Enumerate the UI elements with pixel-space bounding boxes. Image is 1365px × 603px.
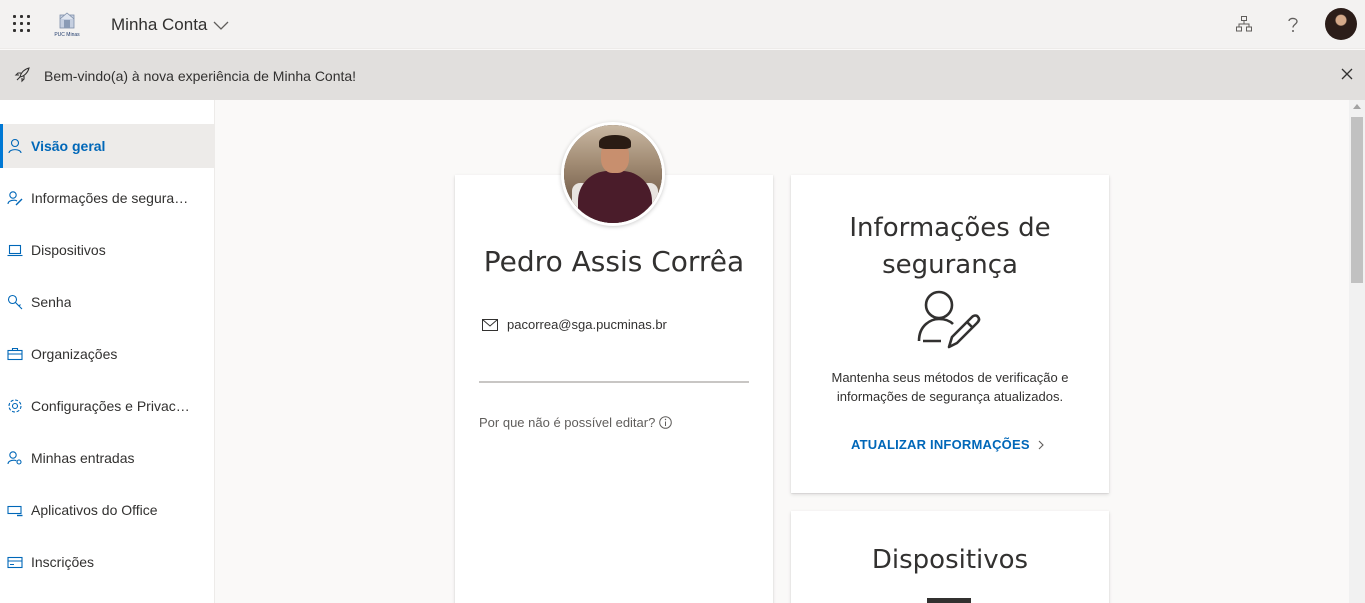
sidebar-item-security-info[interactable]: Informações de segurança <box>0 176 214 220</box>
person-key-icon <box>7 450 23 466</box>
sidebar-item-label: Organizações <box>31 346 118 362</box>
sidebar-item-label: Minhas entradas <box>31 450 135 466</box>
sidebar-item-organizations[interactable]: Organizações <box>0 332 214 376</box>
security-card-title: Informações de segurança <box>849 213 1051 280</box>
welcome-banner: Bem-vindo(a) à nova experiência de Minha… <box>0 50 1365 100</box>
gear-icon <box>7 398 23 414</box>
devices-card-title: Dispositivos <box>871 545 1029 575</box>
banner-message: Bem-vindo(a) à nova experiência de Minha… <box>44 68 357 84</box>
mail-icon <box>482 318 498 331</box>
avatar[interactable] <box>1325 8 1357 40</box>
scrollbar[interactable] <box>1349 100 1365 603</box>
chevron-down-icon <box>213 21 229 30</box>
sidebar-item-label: Senha <box>31 294 72 310</box>
app-title-switcher[interactable]: Minha Conta <box>111 15 229 35</box>
security-card-description: Mantenha seus métodos de verificação e i… <box>831 370 1069 404</box>
sidebar-item-password[interactable]: Senha <box>0 280 214 324</box>
org-chart-icon[interactable] <box>1235 15 1255 35</box>
sidebar-item-settings-privacy[interactable]: Configurações e Privacidade <box>0 384 214 428</box>
profile-divider <box>479 381 749 383</box>
svg-text:PUC Minas: PUC Minas <box>54 32 80 38</box>
sidebar-nav: Visão geral Informações de segurança Dis… <box>0 100 215 603</box>
waffle-icon[interactable] <box>13 15 31 33</box>
profile-email: pacorrea@sga.pucminas.br <box>507 317 667 332</box>
sidebar-item-label: Inscrições <box>31 554 95 570</box>
key-icon <box>7 294 23 310</box>
update-info-link[interactable]: ATUALIZAR INFORMAÇÕES <box>851 437 1044 452</box>
sidebar-item-devices[interactable]: Dispositivos <box>0 228 214 272</box>
profile-photo[interactable] <box>561 122 665 226</box>
sidebar-item-subscriptions[interactable]: Inscrições <box>0 540 214 584</box>
email-row: pacorrea@sga.pucminas.br <box>482 317 667 332</box>
rocket-icon <box>14 67 30 83</box>
chevron-right-icon <box>1038 440 1044 449</box>
main-content <box>215 100 1350 603</box>
sidebar-item-label: Informações de segurança <box>31 190 191 206</box>
sidebar-item-overview[interactable]: Visão geral <box>0 124 214 168</box>
profile-card <box>455 175 773 603</box>
why-cant-edit[interactable]: Por que não é possível editar? <box>479 415 673 430</box>
close-icon[interactable] <box>1340 67 1354 81</box>
why-cant-edit-label: Por que não é possível editar? <box>479 415 656 430</box>
card-icon <box>7 554 23 570</box>
sidebar-item-office-apps[interactable]: Aplicativos do Office <box>0 488 214 532</box>
help-icon[interactable] <box>1284 15 1304 35</box>
person-edit-icon <box>917 290 981 349</box>
apps-icon <box>7 502 23 518</box>
sidebar-item-my-signins[interactable]: Minhas entradas <box>0 436 214 480</box>
top-header: PUC Minas Minha Conta <box>0 0 1365 49</box>
briefcase-icon <box>7 346 23 362</box>
sidebar-item-label: Configurações e Privacidade <box>31 398 191 414</box>
update-info-label: ATUALIZAR INFORMAÇÕES <box>851 437 1030 452</box>
laptop-icon <box>927 598 971 603</box>
sidebar-item-label: Dispositivos <box>31 242 106 258</box>
sidebar-item-label: Visão geral <box>31 138 106 154</box>
person-icon <box>7 138 23 154</box>
profile-name: Pedro Assis Corrêa <box>483 245 745 278</box>
organization-logo[interactable]: PUC Minas <box>52 12 82 38</box>
scrollbar-thumb[interactable] <box>1351 117 1363 283</box>
laptop-icon <box>7 242 23 258</box>
sidebar-item-label: Aplicativos do Office <box>31 502 158 518</box>
info-icon[interactable] <box>659 416 673 429</box>
app-title: Minha Conta <box>111 15 208 34</box>
person-edit-icon <box>7 190 23 206</box>
scroll-up-arrow-icon[interactable] <box>1353 104 1361 109</box>
